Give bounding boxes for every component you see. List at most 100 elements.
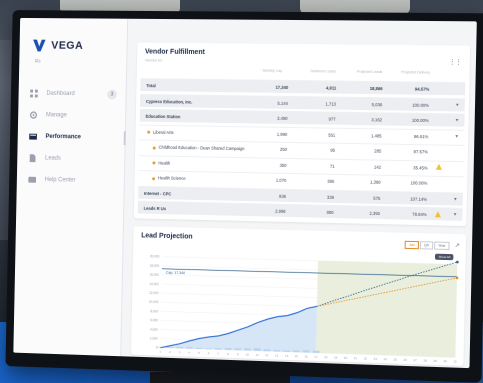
table-cell: 100.00% <box>412 102 430 108</box>
daily-bar <box>244 348 251 351</box>
column-header[interactable]: Delivered Leads <box>311 69 336 73</box>
y-tick-label: 10,000 <box>149 300 159 304</box>
table-cell: 18,866 <box>369 85 383 92</box>
table-cell: 880 <box>326 209 334 215</box>
row-label: Cypress Education, Inc. <box>145 98 193 105</box>
row-label: Health Science <box>157 175 186 181</box>
y-tick-label: 12,000 <box>149 291 159 295</box>
expand-row-icon[interactable]: ▾ <box>455 133 458 139</box>
x-tick-label: 1 <box>159 350 161 354</box>
x-tick-label: 7 <box>217 352 219 356</box>
y-tick-label: 20,000 <box>150 255 160 259</box>
x-tick-label: 22 <box>364 356 368 360</box>
x-tick-label: 30 <box>443 359 447 363</box>
row-label: Leads R Us <box>143 205 167 212</box>
x-tick-label: 21 <box>354 356 358 360</box>
daily-bar <box>224 348 232 351</box>
sidebar-item-performance[interactable]: Performance <box>29 126 126 149</box>
expand-row-icon[interactable]: ▾ <box>454 196 457 202</box>
x-tick-label: 23 <box>374 357 378 361</box>
vega-logo-icon <box>32 39 46 52</box>
expand-row-icon[interactable]: ▾ <box>454 212 457 218</box>
table-cell: 95 <box>330 147 336 153</box>
expand-row-icon[interactable]: ▾ <box>456 102 459 108</box>
app-name: VEGA <box>51 39 84 52</box>
sidebar-nav: Dashboard 3 Manage Performance Leads Hel… <box>28 83 126 193</box>
expand-row-icon[interactable]: ▾ <box>456 117 459 123</box>
table-cell: 142 <box>373 164 382 170</box>
main-content: Vendor Fulfillment Vendor ID ⋮⋮ Monthly … <box>127 19 477 368</box>
x-tick-label: 24 <box>383 357 387 361</box>
daily-bar <box>195 347 203 350</box>
collapse-sidebar-icon[interactable]: ≡› <box>35 58 41 65</box>
table-cell: 78.84% <box>412 211 427 218</box>
y-tick-label: 0 <box>156 346 158 350</box>
table-cell: 94.57% <box>414 86 430 92</box>
x-tick-label: 17 <box>314 355 318 359</box>
table-cell: 366 <box>327 178 335 184</box>
table-cell: 97.57% <box>413 149 429 155</box>
menu-icon[interactable]: ⋮⋮ <box>449 59 461 66</box>
daily-bar <box>273 350 281 352</box>
x-tick-label: 10 <box>246 352 250 356</box>
row-label: Total <box>146 83 156 89</box>
daily-bar <box>176 346 184 349</box>
status-dot <box>147 130 151 134</box>
x-tick-label: 25 <box>393 357 397 361</box>
sidebar-item-label: Manage <box>45 112 67 119</box>
actual-area <box>160 301 317 353</box>
y-tick-label: 18,000 <box>150 264 160 268</box>
sidebar-item-dashboard[interactable]: Dashboard 3 <box>30 83 123 106</box>
x-tick-label: 8 <box>227 352 229 356</box>
row-label: Liberal Arts <box>153 129 174 135</box>
x-tick-label: 6 <box>208 351 210 355</box>
sidebar-item-label: Performance <box>45 133 81 141</box>
daily-bar <box>264 349 271 352</box>
column-header[interactable]: Projected Leads <box>357 70 383 74</box>
column-header[interactable]: Projected Delivery <box>401 70 430 74</box>
sidebar-item-help-center[interactable]: Help Center <box>28 169 121 193</box>
status-dot <box>152 161 156 165</box>
table-row[interactable]: Cypress Education, Inc. 5,144 1,713 5,036 10… <box>139 93 465 111</box>
y-tick-label: 8,000 <box>150 309 158 313</box>
table-cell: 71 <box>329 163 335 169</box>
table-cell: 3,490 <box>277 115 288 121</box>
table-cell: 107.14% <box>410 196 428 202</box>
monitor: VEGA ≡› Dashboard 3 Manage Performance L… <box>5 10 483 383</box>
sidebar: VEGA ≡› Dashboard 3 Manage Performance L… <box>13 17 129 357</box>
sidebar-item-label: Dashboard <box>46 90 75 98</box>
x-tick-label: 15 <box>295 354 299 358</box>
row-label: Health <box>158 160 171 166</box>
x-tick-label: 4 <box>188 351 190 355</box>
grid-icon <box>30 89 38 98</box>
sidebar-item-leads[interactable]: Leads <box>29 147 122 170</box>
table-cell: 575 <box>373 195 381 201</box>
table-cell: 100.00% <box>410 180 428 186</box>
notification-badge: 3 <box>107 89 117 100</box>
table-cell: 5,036 <box>371 101 383 107</box>
x-tick-label: 11 <box>256 353 260 357</box>
sidebar-item-manage[interactable]: Manage <box>29 104 122 127</box>
x-tick-label: 16 <box>304 354 308 358</box>
table-cell: 4,911 <box>325 85 337 91</box>
chart-icon <box>29 133 37 140</box>
y-tick-label: 14,000 <box>149 282 159 286</box>
x-tick-label: 27 <box>413 358 417 362</box>
table-cell: 285 <box>374 148 382 154</box>
table-cell: 977 <box>328 116 336 122</box>
card-title: Vendor Fulfillment <box>144 48 205 57</box>
x-tick-label: 29 <box>433 359 437 363</box>
warning-icon <box>435 163 443 170</box>
gear-icon <box>30 111 38 119</box>
x-tick-label: 3 <box>179 350 181 354</box>
table-cell: 17,340 <box>275 84 289 90</box>
column-header[interactable]: Monthly Cap <box>263 69 283 73</box>
x-tick-label: 9 <box>237 352 239 356</box>
table-cell: 936 <box>278 193 287 199</box>
table-row[interactable]: Total 17,340 4,911 18,866 94.57% <box>140 78 466 96</box>
table-cell: 2,392 <box>369 210 381 217</box>
x-tick-label: 18 <box>324 355 328 359</box>
app-logo[interactable]: VEGA <box>32 39 84 52</box>
lead-projection-card: Lead Projection Jan Qtr Year ↗ Show All … <box>130 226 467 366</box>
status-dot <box>152 146 156 150</box>
